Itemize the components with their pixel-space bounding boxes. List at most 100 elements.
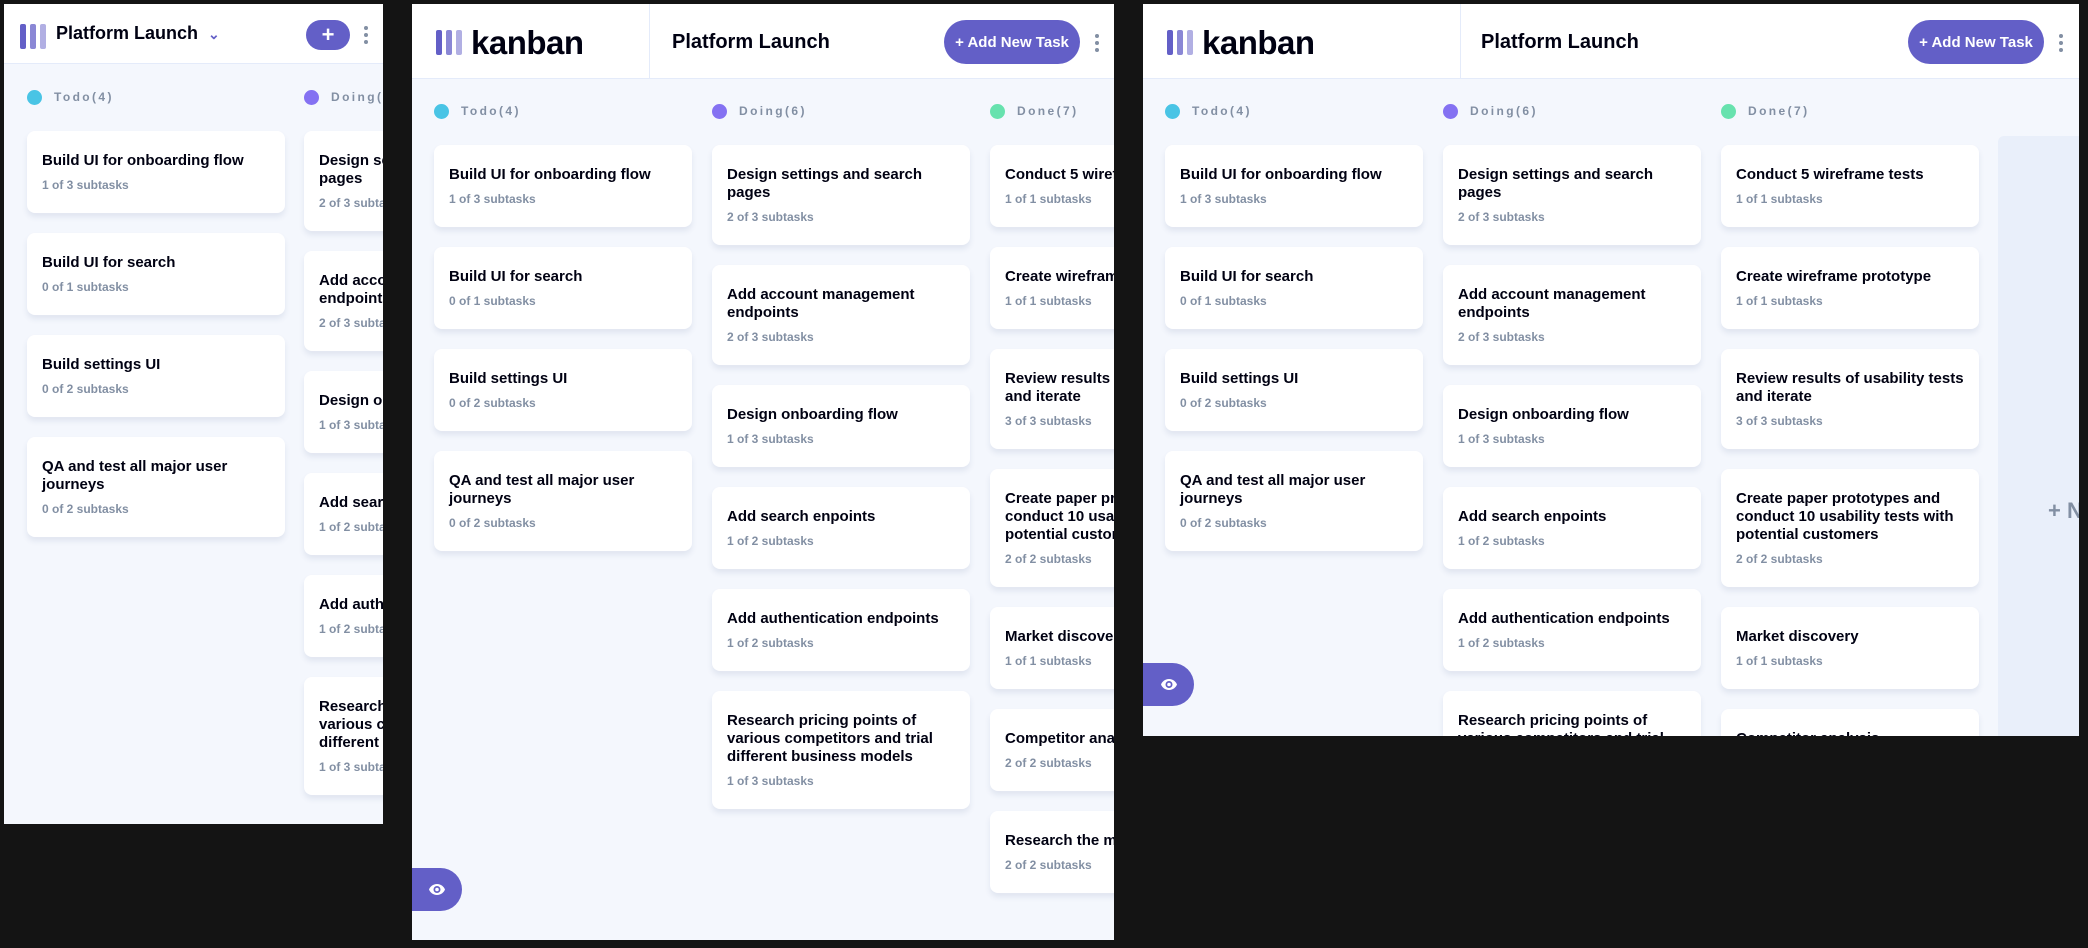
new-column-button[interactable]: + New Column (1998, 136, 2079, 736)
task-card[interactable]: Research pricing points of various compe… (304, 677, 383, 795)
column-label: Doing(6) (1470, 104, 1538, 118)
task-card[interactable]: Design settings and search pages 2 of 3 s… (1443, 145, 1701, 245)
task-card[interactable]: Create paper prototypes and conduct 10 u… (1721, 469, 1979, 587)
column-label: Done(7) (1017, 104, 1079, 118)
task-card[interactable]: Build UI for onboarding flow 1 of 3 subta… (27, 131, 285, 213)
task-subtasks: 1 of 3 subtasks (1180, 192, 1267, 206)
task-card[interactable]: Research pricing points of various compe… (712, 691, 970, 809)
task-title: Add search enpoints (319, 494, 383, 511)
add-task-button[interactable]: + Add New Task (1908, 20, 2044, 64)
column-header: Done(7) (990, 101, 1114, 121)
task-title: Research pricing points of various compe… (319, 698, 383, 751)
task-card[interactable]: Create wireframe prototype 1 of 1 subtask… (990, 247, 1114, 329)
desktop-frame: kanban Platform Launch + Add New Task To… (1143, 4, 2079, 736)
task-card[interactable]: Design settings and search pages 2 of 3 s… (712, 145, 970, 245)
task-card[interactable]: Competitor analysis2 of 2 subtasks (990, 709, 1114, 791)
task-card[interactable]: Research pricing points of various compe… (1443, 691, 1701, 736)
column-todo: Todo(4) Build UI for onboarding flow 1 of … (27, 87, 285, 537)
task-title: Build UI for onboarding flow (449, 166, 651, 183)
column-status-dot (434, 103, 449, 119)
task-subtasks: 1 of 2 subtasks (319, 520, 383, 534)
vertical-ellipsis-icon[interactable] (1094, 34, 1100, 52)
task-card[interactable]: Market discovery 1 of 1 subtasks (1721, 607, 1979, 689)
task-card[interactable]: Review results of usability tests and it… (1721, 349, 1979, 449)
column-status-dot (1165, 103, 1180, 119)
task-title: QA and test all major user journeys (42, 458, 228, 493)
task-title: Add search enpoints (727, 508, 876, 525)
task-subtasks: 2 of 3 subtasks (319, 196, 383, 210)
task-card[interactable]: Design onboarding flow 1 of 3 subtasks (1443, 385, 1701, 467)
task-card[interactable]: Design onboarding flow 1 of 3 subtasks (712, 385, 970, 467)
task-card[interactable]: QA and test all major user journeys 0 of … (1165, 451, 1423, 551)
task-subtasks: 2 of 2 subtasks (1005, 756, 1092, 770)
task-card[interactable]: QA and test all major user journeys 0 of … (27, 437, 285, 537)
task-card[interactable]: Add account management endpoints 2 of 3 s… (304, 251, 383, 351)
task-card[interactable]: Add search enpoints 1 of 2 subtasks (712, 487, 970, 569)
column-header: Todo(4) (434, 101, 692, 121)
kanban-logo-icon (20, 24, 46, 49)
logo-text: kanban (471, 24, 584, 61)
task-title: Research pricing points of various compe… (727, 712, 933, 765)
task-card[interactable]: Build UI for search 0 of 1 subtasks (434, 247, 692, 329)
header-divider (649, 4, 650, 79)
task-card[interactable]: Conduct 5 wireframe tests 1 of 1 subtasks (990, 145, 1114, 227)
header: Platform Launch ⌄ + (4, 4, 383, 64)
task-card[interactable]: Design onboarding flow 1 of 3 subtasks (304, 371, 383, 453)
task-card[interactable]: QA and test all major user journeys 0 of … (434, 451, 692, 551)
task-subtasks: 1 of 2 subtasks (319, 622, 383, 636)
task-title: Create wireframe prototype (1005, 268, 1114, 285)
column-label: Todo(4) (461, 104, 521, 118)
task-title: Build UI for onboarding flow (1180, 166, 1382, 183)
column-header: Doing(6) (304, 87, 383, 107)
vertical-ellipsis-icon[interactable] (2058, 34, 2064, 52)
task-card[interactable]: Market discovery 1 of 1 subtasks (990, 607, 1114, 689)
task-card[interactable]: Create wireframe prototype 1 of 1 subtask… (1721, 247, 1979, 329)
task-card[interactable]: Build settings UI 0 of 2 subtasks (1165, 349, 1423, 431)
task-card[interactable]: Conduct 5 wireframe tests 1 of 1 subtasks (1721, 145, 1979, 227)
show-sidebar-button[interactable] (1143, 663, 1194, 706)
vertical-ellipsis-icon[interactable] (363, 26, 369, 44)
task-card[interactable]: Add authentication endpoints 1 of 2 subta… (1443, 589, 1701, 671)
task-subtasks: 1 of 2 subtasks (1458, 534, 1545, 548)
column-header: Todo(4) (1165, 101, 1423, 121)
header: kanban Platform Launch + Add New Task (412, 4, 1114, 79)
task-card[interactable]: Add search enpoints 1 of 2 subtasks (304, 473, 383, 555)
board-title: Platform Launch (56, 23, 199, 43)
column-todo: Todo(4) Build UI for onboarding flow 1 of … (434, 101, 692, 551)
task-card[interactable]: Build UI for onboarding flow 1 of 3 subta… (434, 145, 692, 227)
task-card[interactable]: Competitor analysis2 of 2 subtasks (1721, 709, 1979, 736)
task-card[interactable]: Build settings UI 0 of 2 subtasks (27, 335, 285, 417)
show-sidebar-button[interactable] (412, 868, 462, 911)
task-title: Research pricing points of various compe… (1458, 712, 1664, 736)
task-subtasks: 1 of 1 subtasks (1005, 654, 1092, 668)
task-card[interactable]: Add authentication endpoints 1 of 2 subta… (712, 589, 970, 671)
column-status-dot (712, 103, 727, 119)
task-subtasks: 0 of 1 subtasks (1180, 294, 1267, 308)
task-card[interactable]: Research the market 2 of 2 subtasks (990, 811, 1114, 893)
column-label: Todo(4) (54, 90, 114, 104)
task-card[interactable]: Build settings UI 0 of 2 subtasks (434, 349, 692, 431)
add-task-button[interactable]: + (306, 20, 350, 50)
task-card[interactable]: Add account management endpoints 2 of 3 s… (1443, 265, 1701, 365)
board-title-dropdown[interactable]: Platform Launch ⌄ (56, 23, 220, 44)
column-header: Doing(6) (1443, 101, 1701, 121)
column-header: Done(7) (1721, 101, 1979, 121)
task-card[interactable]: Build UI for search 0 of 1 subtasks (1165, 247, 1423, 329)
task-title: Build settings UI (449, 370, 568, 387)
task-card[interactable]: Create paper prototypes and conduct 10 u… (990, 469, 1114, 587)
header: kanban Platform Launch + Add New Task (1143, 4, 2079, 79)
task-title: Create wireframe prototype (1736, 268, 1932, 285)
task-card[interactable]: Add authentication endpoints 1 of 2 subta… (304, 575, 383, 657)
column-header: Doing(6) (712, 101, 970, 121)
task-card[interactable]: Design settings and search pages 2 of 3 s… (304, 131, 383, 231)
tablet-frame: kanban Platform Launch + Add New Task To… (412, 4, 1114, 940)
task-card[interactable]: Add account management endpoints 2 of 3 s… (712, 265, 970, 365)
task-card[interactable]: Review results of usability tests and it… (990, 349, 1114, 449)
column-status-dot (1443, 103, 1458, 119)
task-card[interactable]: Add search enpoints 1 of 2 subtasks (1443, 487, 1701, 569)
task-title: Add authentication endpoints (1458, 610, 1670, 627)
task-card[interactable]: Build UI for search 0 of 1 subtasks (27, 233, 285, 315)
add-task-button[interactable]: + Add New Task (944, 20, 1080, 64)
task-subtasks: 2 of 2 subtasks (1736, 552, 1823, 566)
task-card[interactable]: Build UI for onboarding flow 1 of 3 subta… (1165, 145, 1423, 227)
